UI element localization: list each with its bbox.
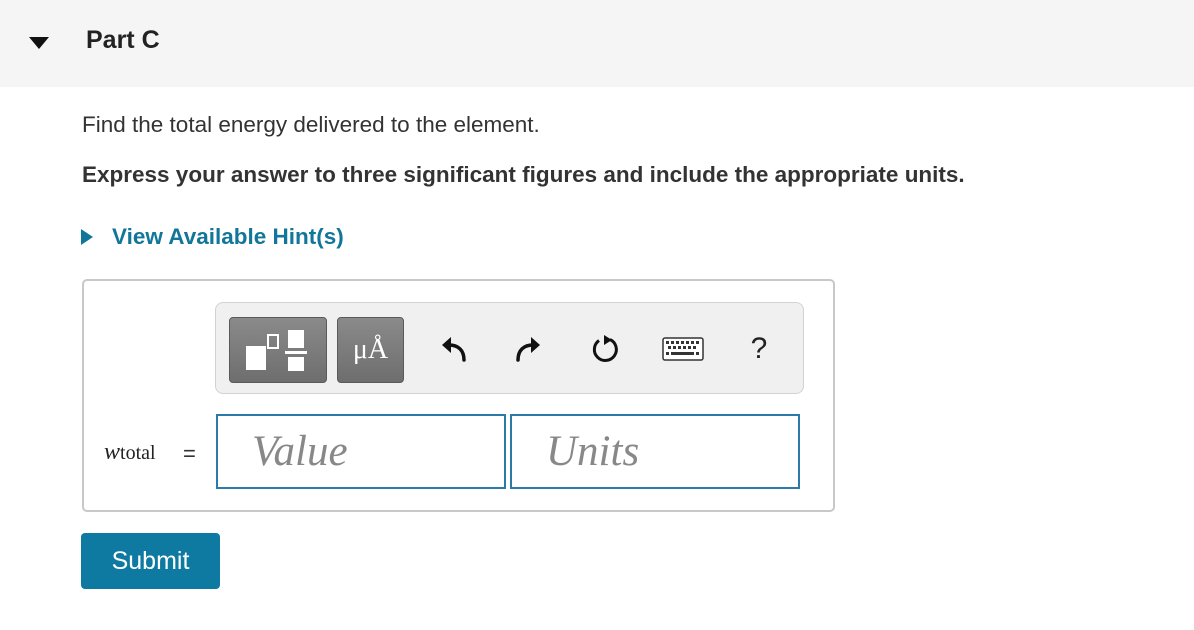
answer-box: μÅ ? wtotal = Value Units	[82, 279, 835, 512]
units-glyph: μÅ	[352, 334, 389, 365]
help-glyph: ?	[750, 332, 768, 365]
part-title: Part C	[86, 26, 160, 54]
templates-icon	[246, 330, 307, 371]
answer-instruction: Express your answer to three significant…	[82, 162, 965, 187]
answer-variable: wtotal	[104, 439, 156, 466]
reset-button[interactable]	[586, 331, 626, 367]
undo-icon	[442, 337, 466, 362]
redo-icon	[516, 337, 540, 362]
keyboard-icon	[662, 337, 704, 361]
units-button[interactable]: μÅ	[337, 317, 404, 383]
expand-arrow-icon	[80, 228, 94, 246]
collapse-triangle-icon[interactable]	[28, 36, 50, 50]
math-toolbar: μÅ ?	[215, 302, 804, 394]
submit-button[interactable]: Submit	[81, 533, 220, 589]
view-hints-label: View Available Hint(s)	[112, 224, 344, 249]
reset-icon	[592, 335, 618, 362]
view-hints-link[interactable]: View Available Hint(s)	[80, 222, 344, 252]
units-placeholder: Units	[546, 428, 640, 475]
value-input[interactable]: Value	[216, 414, 506, 489]
answer-variable-subscript: total	[120, 442, 156, 464]
undo-button[interactable]	[434, 331, 474, 367]
redo-button[interactable]	[508, 331, 548, 367]
help-button[interactable]: ?	[740, 331, 778, 367]
keyboard-button[interactable]	[658, 331, 708, 367]
part-header: Part C	[0, 0, 1194, 87]
answer-variable-symbol: w	[104, 439, 121, 465]
value-placeholder: Value	[252, 428, 348, 475]
question-prompt: Find the total energy delivered to the e…	[82, 112, 540, 137]
equals-sign: =	[183, 441, 196, 466]
units-input[interactable]: Units	[510, 414, 800, 489]
templates-button[interactable]	[229, 317, 327, 383]
